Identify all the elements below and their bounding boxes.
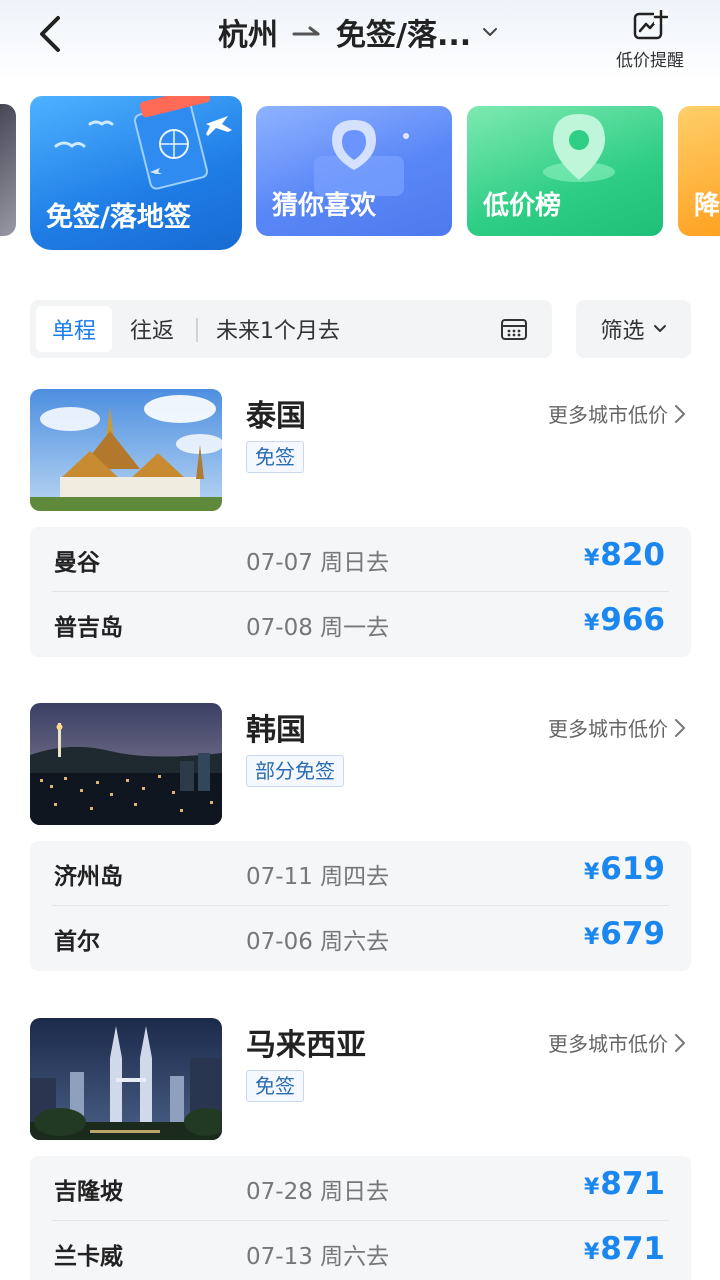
category-card-partial-left[interactable] <box>0 104 16 236</box>
price-alert-button[interactable]: 低价提醒 <box>604 10 696 74</box>
departure-date: 07-06 周六去 <box>246 929 390 955</box>
visa-tag: 免签 <box>246 441 304 473</box>
thai-temple-photo-icon <box>30 389 222 511</box>
price-chart-alert-icon <box>633 10 668 40</box>
chevron-left-icon <box>40 16 60 52</box>
city-name: 普吉岛 <box>54 615 123 641</box>
city-price-list: 吉隆坡 07-28 周日去 ¥871 兰卡威 07-13 周六去 ¥871 <box>30 1156 691 1280</box>
country-name: 泰国 <box>246 399 306 434</box>
category-label: 猜你喜欢 <box>272 191 377 221</box>
departure-date: 07-08 周一去 <box>246 615 390 641</box>
origin-city: 杭州 <box>218 18 278 53</box>
destination-label: 免签/落... <box>336 18 472 53</box>
price: ¥871 <box>584 1166 665 1202</box>
currency-symbol: ¥ <box>583 546 600 571</box>
chevron-right-icon <box>675 1033 685 1052</box>
city-price-row[interactable]: 首尔 07-06 周六去 ¥679 <box>30 906 691 971</box>
price-value: 619 <box>600 851 665 887</box>
city-name: 吉隆坡 <box>54 1179 123 1205</box>
price-value: 679 <box>600 916 665 952</box>
visa-tag: 免签 <box>246 1070 304 1102</box>
chevron-right-icon <box>675 404 685 423</box>
price-value: 871 <box>600 1166 665 1202</box>
more-cities-link[interactable]: 更多城市低价 <box>548 399 686 428</box>
price-value: 966 <box>600 602 665 638</box>
city-price-row[interactable]: 吉隆坡 07-28 周日去 ¥871 <box>30 1156 691 1221</box>
currency-symbol: ¥ <box>583 925 600 950</box>
departure-date: 07-13 周六去 <box>246 1244 390 1270</box>
seoul-night-photo-icon <box>30 703 222 825</box>
city-name: 济州岛 <box>54 864 123 890</box>
petronas-towers-photo-icon <box>30 1018 222 1140</box>
city-name: 兰卡威 <box>54 1244 123 1270</box>
one-way-tab[interactable]: 单程 <box>36 306 112 352</box>
round-trip-tab[interactable]: 往返 <box>122 306 182 352</box>
more-cities-label: 更多城市低价 <box>548 717 668 741</box>
city-price-row[interactable]: 曼谷 07-07 周日去 ¥820 <box>30 527 691 592</box>
chevron-down-icon <box>483 28 498 36</box>
departure-date: 07-07 周日去 <box>246 550 390 576</box>
price-value: 871 <box>600 1231 665 1267</box>
price: ¥871 <box>584 1231 665 1267</box>
date-range-selector[interactable]: 未来1个月去 <box>216 306 340 352</box>
category-card-price-drop[interactable]: 降 <box>678 106 720 236</box>
price: ¥619 <box>584 851 665 887</box>
country-card-korea: 韩国 部分免签 更多城市低价 济州岛 07-11 周四去 ¥619 首尔 07-… <box>0 703 720 983</box>
divider <box>196 318 198 342</box>
country-photo[interactable] <box>30 1018 222 1140</box>
country-card-malaysia: 马来西亚 免签 更多城市低价 吉隆坡 07-28 周日去 ¥871 兰卡威 07… <box>0 1018 720 1280</box>
price: ¥679 <box>584 916 665 952</box>
country-name: 马来西亚 <box>246 1028 366 1063</box>
city-price-row[interactable]: 济州岛 07-11 周四去 ¥619 <box>30 841 691 906</box>
category-label: 降 <box>694 191 720 221</box>
country-name: 韩国 <box>246 713 306 748</box>
city-name: 曼谷 <box>54 550 100 576</box>
departure-date: 07-11 周四去 <box>246 864 390 890</box>
city-price-row[interactable]: 兰卡威 07-13 周六去 ¥871 <box>30 1221 691 1280</box>
category-card-recommended[interactable]: 猜你喜欢 <box>256 106 452 236</box>
calendar-icon[interactable] <box>500 317 528 341</box>
country-card-thailand: 泰国 免签 更多城市低价 曼谷 07-07 周日去 ¥820 普吉岛 07-08… <box>0 389 720 669</box>
country-photo[interactable] <box>30 389 222 511</box>
back-button[interactable] <box>30 12 74 56</box>
category-label: 低价榜 <box>483 191 562 221</box>
route-arrow-icon <box>292 26 320 36</box>
city-name: 首尔 <box>54 929 100 955</box>
price: ¥820 <box>584 537 665 573</box>
price: ¥966 <box>584 602 665 638</box>
currency-symbol: ¥ <box>583 860 600 885</box>
category-label: 免签/落地签 <box>46 202 191 233</box>
filter-button[interactable]: 筛选 <box>576 300 691 358</box>
chevron-right-icon <box>675 718 685 737</box>
departure-date: 07-28 周日去 <box>246 1179 390 1205</box>
more-cities-label: 更多城市低价 <box>548 1032 668 1056</box>
category-carousel: 免签/落地签 猜你喜欢 低价榜 降 <box>0 96 720 266</box>
visa-tag: 部分免签 <box>246 755 344 787</box>
filter-label: 筛选 <box>600 319 645 344</box>
more-cities-label: 更多城市低价 <box>548 403 668 427</box>
city-price-row[interactable]: 普吉岛 07-08 周一去 ¥966 <box>30 592 691 657</box>
city-price-list: 济州岛 07-11 周四去 ¥619 首尔 07-06 周六去 ¥679 <box>30 841 691 971</box>
currency-symbol: ¥ <box>583 611 600 636</box>
currency-symbol: ¥ <box>583 1240 600 1265</box>
more-cities-link[interactable]: 更多城市低价 <box>548 713 686 742</box>
price-alert-label: 低价提醒 <box>616 51 684 71</box>
country-photo[interactable] <box>30 703 222 825</box>
trip-type-date-bar: 单程 往返 未来1个月去 <box>30 300 552 358</box>
price-value: 820 <box>600 537 665 573</box>
city-price-list: 曼谷 07-07 周日去 ¥820 普吉岛 07-08 周一去 ¥966 <box>30 527 691 657</box>
chevron-down-icon <box>653 325 666 332</box>
more-cities-link[interactable]: 更多城市低价 <box>548 1028 686 1057</box>
currency-symbol: ¥ <box>583 1175 600 1200</box>
category-card-low-price[interactable]: 低价榜 <box>467 106 663 236</box>
top-nav-bar: 杭州 免签/落... 低价提醒 <box>0 0 720 80</box>
route-title[interactable]: 杭州 免签/落... <box>218 10 499 54</box>
category-card-visa-free[interactable]: 免签/落地签 <box>30 96 242 250</box>
